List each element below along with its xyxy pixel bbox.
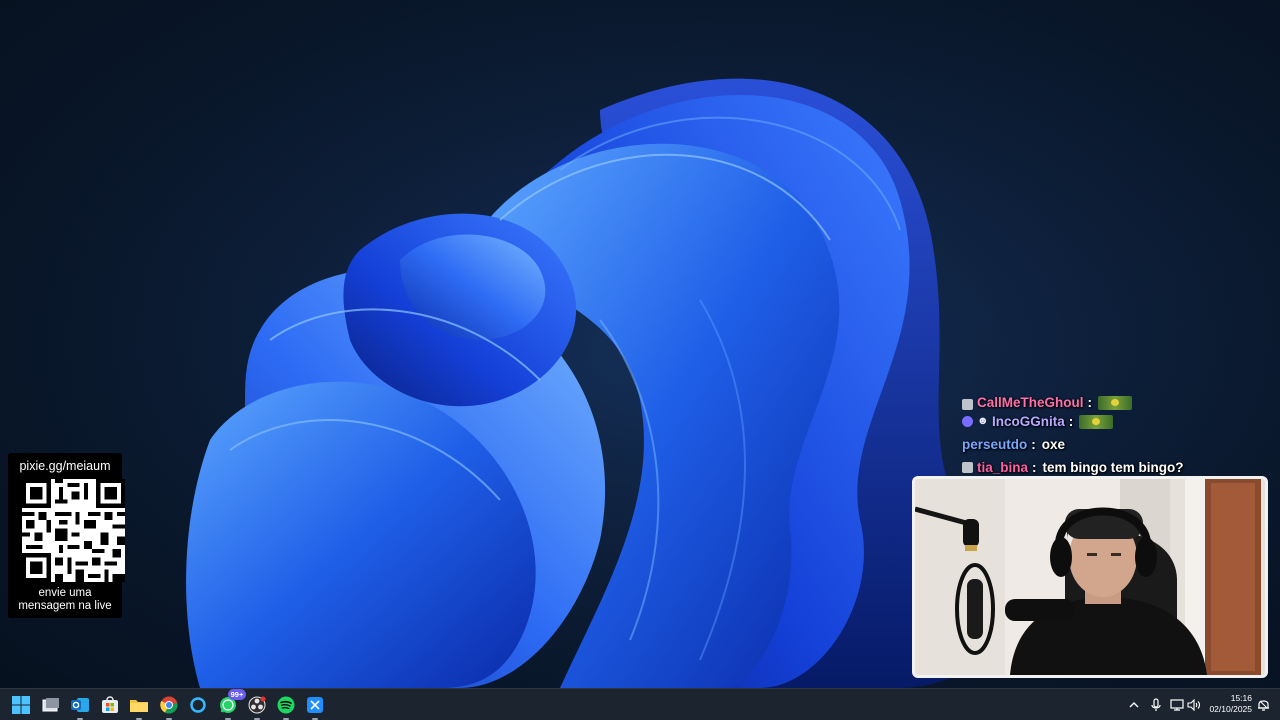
chat-text: tem bingo tem bingo? <box>1042 460 1184 475</box>
desktop: pixie.gg/meiaum envie uma mensagem na li… <box>0 0 1280 720</box>
qr-caption: envie uma mensagem na live <box>8 587 122 613</box>
obs-icon <box>248 696 266 714</box>
chat-text: oxe <box>1041 437 1066 452</box>
spotify-button[interactable] <box>274 693 298 720</box>
network-icon <box>1170 699 1184 711</box>
user-badge-icon <box>962 399 973 410</box>
chat-overlay: CallMeTheGhoul : ☻ IncoGGnita : perseutd… <box>962 394 1262 479</box>
user-badge-icon <box>962 462 973 473</box>
clock-time: 15:16 <box>1230 693 1252 703</box>
whatsapp-button[interactable]: 99+ <box>216 689 246 720</box>
clock-date: 02/10/2025 <box>1209 704 1252 714</box>
start-button[interactable] <box>9 693 33 717</box>
folder-icon <box>130 700 148 712</box>
taskbar: 99+ 15:16 02/10/2025 <box>0 688 1280 720</box>
chat-separator: : <box>1032 460 1037 475</box>
qr-donation-panel: pixie.gg/meiaum envie uma mensagem na li… <box>8 453 125 618</box>
clock[interactable]: 15:16 02/10/2025 <box>1204 693 1252 715</box>
task-view-icon <box>42 698 59 712</box>
qr-url: pixie.gg/meiaum <box>19 459 111 473</box>
cortana-ring-icon <box>190 697 206 713</box>
chat-separator: : <box>1031 437 1036 452</box>
store-icon <box>102 696 118 713</box>
chat-separator: : <box>1068 414 1074 429</box>
pepe-emote-icon <box>1079 414 1114 429</box>
tray-overflow-button[interactable] <box>1126 697 1142 713</box>
mask-badge-icon: ☻ <box>977 415 989 427</box>
file-explorer-button[interactable] <box>127 693 151 720</box>
notification-icon <box>1257 700 1269 711</box>
speaker-icon <box>1187 699 1201 711</box>
chat-message: ☻ IncoGGnita : <box>962 410 1262 433</box>
chrome-button[interactable] <box>157 693 181 720</box>
chat-username: perseutdo <box>962 437 1028 452</box>
microphone-button[interactable] <box>1148 697 1164 713</box>
chat-username: IncoGGnita <box>992 414 1065 429</box>
whatsapp-badge: 99+ <box>228 689 246 700</box>
snipping-tool-icon <box>307 697 323 713</box>
pepe-emote-icon <box>1098 396 1133 410</box>
chat-username: CallMeTheGhoul <box>977 395 1084 410</box>
snipping-tool-button[interactable] <box>303 693 327 720</box>
microphone-icon <box>1151 698 1161 711</box>
notifications-button[interactable] <box>1255 697 1271 713</box>
user-badge-icon <box>962 416 973 427</box>
chevron-up-icon <box>1129 702 1139 708</box>
obs-button[interactable] <box>245 693 269 720</box>
chrome-icon <box>160 696 178 714</box>
windows-logo-icon <box>12 696 30 714</box>
webcam-image <box>915 479 1265 675</box>
webcam-feed <box>912 476 1268 678</box>
qr-caption-line2: mensagem na live <box>18 600 112 612</box>
spotify-icon <box>277 696 295 714</box>
outlook-icon <box>71 698 89 712</box>
cortana-button[interactable] <box>186 693 210 717</box>
chat-username: tia_bina <box>977 460 1029 475</box>
qr-caption-line1: envie uma <box>38 587 92 599</box>
chat-message: CallMeTheGhoul : <box>962 394 1262 410</box>
task-view-button[interactable] <box>39 693 63 717</box>
network-button[interactable] <box>1169 697 1185 713</box>
chat-separator: : <box>1087 395 1093 410</box>
qr-code <box>22 479 125 582</box>
chat-message: perseutdo : oxe <box>962 433 1262 456</box>
outlook-button[interactable] <box>68 693 92 720</box>
volume-button[interactable] <box>1186 697 1202 713</box>
store-button[interactable] <box>98 693 122 717</box>
